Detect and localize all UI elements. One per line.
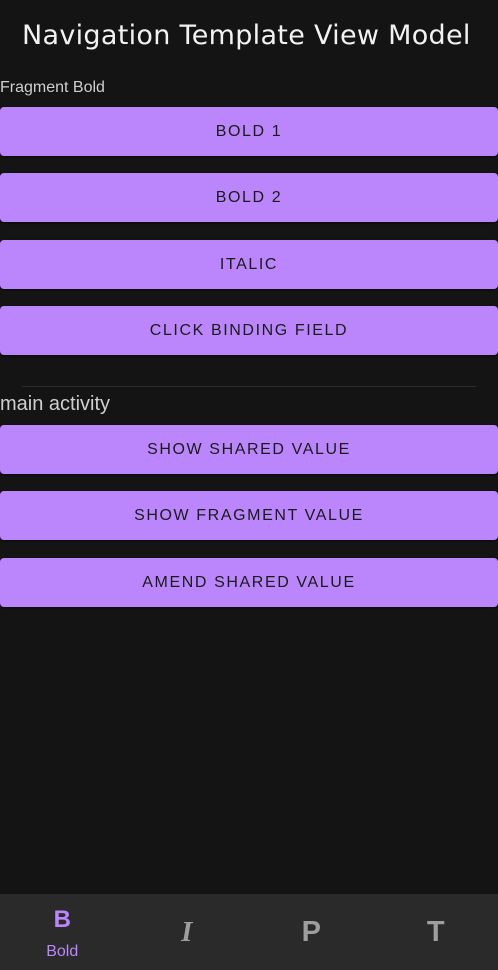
section-divider	[22, 386, 476, 387]
nav-item-bold[interactable]: B Bold	[0, 894, 125, 970]
bold-1-button[interactable]: BOLD 1	[0, 107, 498, 156]
show-shared-value-button[interactable]: SHOW SHARED VALUE	[0, 425, 498, 474]
nav-item-text[interactable]: T	[374, 894, 498, 970]
show-fragment-value-button[interactable]: SHOW FRAGMENT VALUE	[0, 491, 498, 540]
app-title: Navigation Template View Model	[22, 20, 471, 51]
bottom-navigation: B Bold I P T	[0, 894, 498, 970]
amend-shared-value-button[interactable]: AMEND SHARED VALUE	[0, 558, 498, 607]
nav-item-paragraph[interactable]: P	[249, 894, 374, 970]
bold-icon: B	[53, 906, 71, 933]
nav-item-italic[interactable]: I	[125, 894, 250, 970]
fragment-section-label: Fragment Bold	[0, 79, 105, 96]
click-binding-field-button[interactable]: CLICK BINDING FIELD	[0, 306, 498, 355]
activity-section-label: main activity	[0, 393, 111, 415]
paragraph-icon: P	[301, 916, 321, 948]
text-icon: T	[426, 916, 445, 948]
italic-icon: I	[181, 916, 193, 948]
nav-item-label: Bold	[46, 943, 79, 960]
italic-button[interactable]: ITALIC	[0, 240, 498, 289]
bold-2-button[interactable]: BOLD 2	[0, 173, 498, 222]
